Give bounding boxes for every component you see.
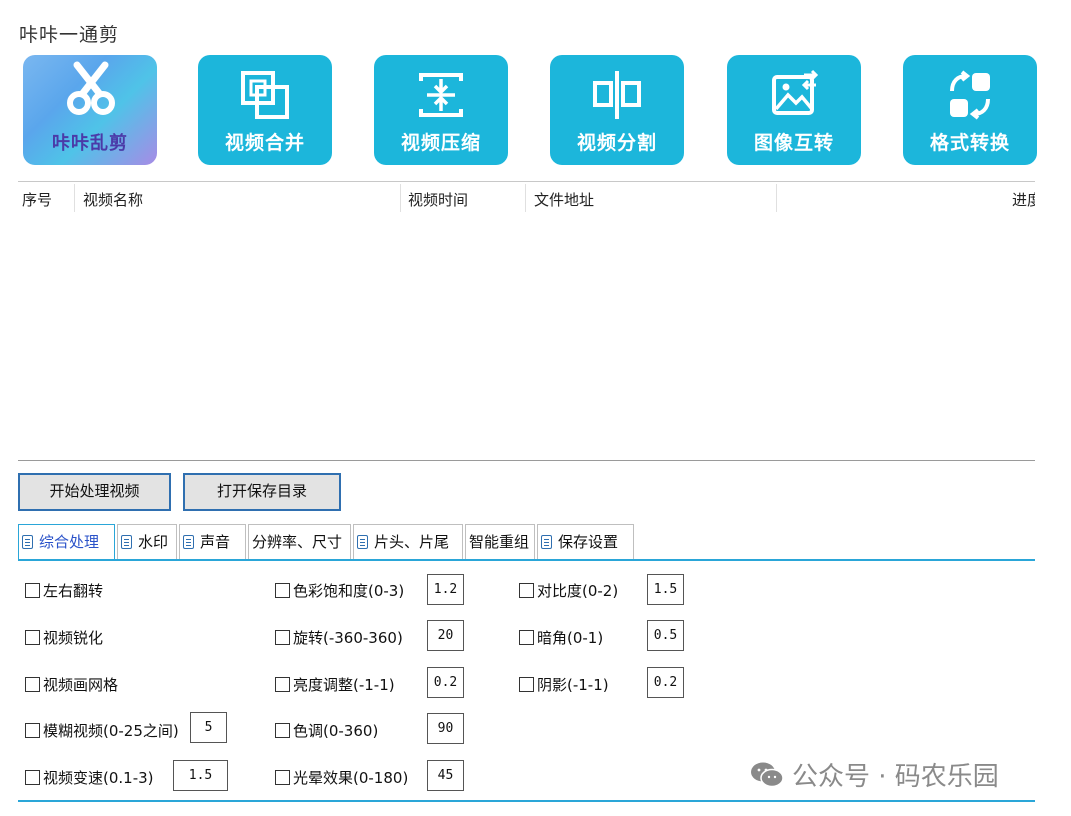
option-speed[interactable]: 视频变速(0.1-3) [25, 767, 154, 788]
open-save-dir-button[interactable]: 打开保存目录 [183, 473, 341, 511]
option-contrast[interactable]: 对比度(0-2) [519, 580, 618, 601]
format-convert-icon [950, 70, 990, 120]
table-top-border [18, 181, 1035, 182]
doc-icon [183, 535, 194, 549]
tool-video-merge-button[interactable]: 视频合并 [198, 55, 332, 165]
column-divider[interactable] [74, 184, 75, 212]
tab-resolution[interactable]: 分辨率、尺寸 [248, 524, 351, 560]
option-halo[interactable]: 光晕效果(0-180) [275, 767, 408, 788]
checkbox[interactable] [519, 630, 534, 645]
doc-icon [121, 535, 132, 549]
checkbox[interactable] [25, 677, 40, 692]
option-brightness[interactable]: 亮度调整(-1-1) [275, 674, 395, 695]
panel-bottom-border [18, 800, 1035, 802]
tab-intro-outro[interactable]: 片头、片尾 [353, 524, 463, 560]
option-shadow[interactable]: 阴影(-1-1) [519, 674, 609, 695]
tool-label: 视频压缩 [400, 132, 481, 154]
watermark-text: 公众号 · 码农乐园 [792, 762, 999, 792]
blur-value-input[interactable]: 5 [190, 712, 227, 743]
brightness-value-input[interactable]: 0.2 [427, 667, 464, 698]
tab-smart-reorganize[interactable]: 智能重组 [465, 524, 535, 560]
tool-video-split-button[interactable]: 视频分割 [550, 55, 684, 165]
checkbox[interactable] [25, 770, 40, 785]
speed-value-input[interactable]: 1.5 [173, 760, 228, 791]
option-rotate[interactable]: 旋转(-360-360) [275, 627, 403, 648]
doc-icon [357, 535, 368, 549]
checkbox[interactable] [275, 770, 290, 785]
tool-format-convert-button[interactable]: 格式转换 [903, 55, 1037, 165]
vignette-value-input[interactable]: 0.5 [647, 620, 684, 651]
checkbox[interactable] [519, 677, 534, 692]
tab-audio[interactable]: 声音 [179, 524, 246, 560]
tool-label: 咔咔乱剪 [52, 133, 128, 154]
option-blur[interactable]: 模糊视频(0-25之间) [25, 720, 179, 741]
checkbox[interactable] [275, 630, 290, 645]
watermark: 公众号 · 码农乐园 [750, 756, 999, 793]
tool-label: 视频合并 [224, 132, 305, 154]
tab-save-settings[interactable]: 保存设置 [537, 524, 634, 560]
option-hue[interactable]: 色调(0-360) [275, 720, 378, 741]
tab-underline [18, 559, 1035, 561]
contrast-value-input[interactable]: 1.5 [647, 574, 684, 605]
doc-icon [541, 535, 552, 549]
wechat-icon [751, 762, 784, 788]
column-header-video-name[interactable]: 视频名称 [83, 189, 143, 210]
tool-label: 格式转换 [929, 132, 1010, 154]
column-divider[interactable] [776, 184, 777, 212]
option-flip-horizontal[interactable]: 左右翻转 [25, 580, 103, 601]
column-divider[interactable] [400, 184, 401, 212]
tab-general[interactable]: 综合处理 [18, 524, 115, 561]
checkbox[interactable] [25, 630, 40, 645]
tool-video-compress-button[interactable]: 视频压缩 [374, 55, 508, 165]
checkbox[interactable] [25, 583, 40, 598]
table-header: 序号 视频名称 视频时间 文件地址 进度 [18, 184, 1035, 212]
option-saturation[interactable]: 色彩饱和度(0-3) [275, 580, 404, 601]
column-header-duration[interactable]: 视频时间 [408, 189, 468, 210]
image-convert-icon [772, 69, 819, 115]
tool-label: 图像互转 [753, 132, 834, 154]
checkbox[interactable] [519, 583, 534, 598]
option-sharpen[interactable]: 视频锐化 [25, 627, 103, 648]
checkbox[interactable] [275, 583, 290, 598]
shadow-value-input[interactable]: 0.2 [647, 667, 684, 698]
column-divider[interactable] [525, 184, 526, 212]
doc-icon [22, 535, 33, 549]
tool-random-cut-button[interactable]: 咔咔乱剪 [23, 55, 157, 165]
tool-image-convert-button[interactable]: 图像互转 [727, 55, 861, 165]
rotate-value-input[interactable]: 20 [427, 620, 464, 651]
option-vignette[interactable]: 暗角(0-1) [519, 627, 603, 648]
column-header-progress[interactable]: 进度 [1012, 189, 1035, 210]
checkbox[interactable] [275, 677, 290, 692]
hue-value-input[interactable]: 90 [427, 713, 464, 744]
split-icon [593, 71, 641, 119]
checkbox[interactable] [25, 723, 40, 738]
saturation-value-input[interactable]: 1.2 [427, 574, 464, 605]
tab-watermark[interactable]: 水印 [117, 524, 177, 560]
merge-icon [241, 71, 289, 119]
scissors-icon [67, 61, 115, 115]
column-header-file-path[interactable]: 文件地址 [534, 189, 594, 210]
compress-icon [419, 73, 463, 117]
table-bottom-border [18, 460, 1035, 461]
tool-label: 视频分割 [576, 132, 657, 154]
start-processing-button[interactable]: 开始处理视频 [18, 473, 171, 511]
halo-value-input[interactable]: 45 [427, 760, 464, 791]
checkbox[interactable] [275, 723, 290, 738]
column-header-index[interactable]: 序号 [22, 189, 52, 210]
app-title: 咔咔一通剪 [19, 24, 120, 46]
option-grid[interactable]: 视频画网格 [25, 674, 118, 695]
